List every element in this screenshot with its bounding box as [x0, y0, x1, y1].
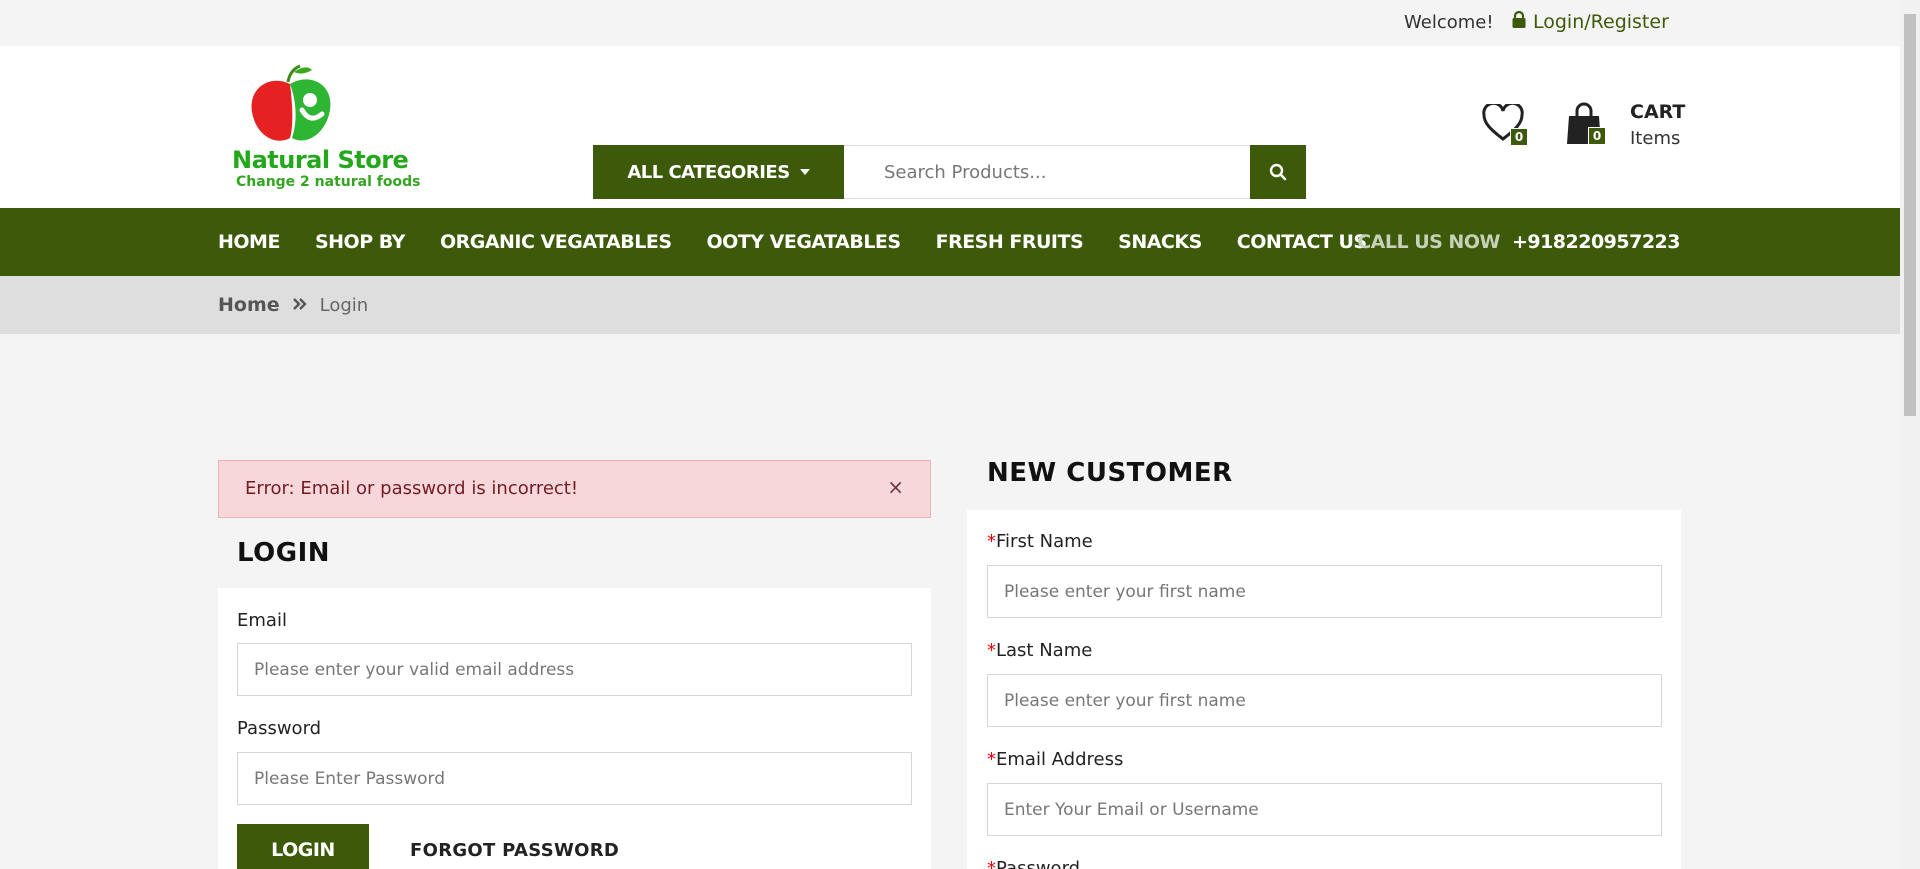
logo-tagline: Change 2 natural foods: [236, 174, 421, 190]
wishlist-button[interactable]: 0: [1482, 101, 1530, 152]
new-customer-heading: NEW CUSTOMER: [987, 458, 1233, 488]
top-bar: Welcome! Login/Register: [0, 0, 1900, 46]
apple-logo-icon: [251, 64, 331, 141]
page-scrollbar[interactable]: [1900, 0, 1920, 869]
natural-store-logo[interactable]: Natural Store Change 2 natural foods: [230, 64, 420, 192]
last-name-label-text: Last Name: [996, 640, 1093, 661]
error-alert: Error: Email or password is incorrect! ×: [218, 460, 931, 518]
required-mark: *: [987, 858, 996, 869]
call-us: CALL US NOW +918220957223: [1357, 208, 1680, 276]
search-bar: ALL CATEGORIES: [593, 145, 1306, 199]
login-button[interactable]: LOGIN: [237, 824, 369, 869]
cart-count-badge: 0: [1588, 127, 1606, 145]
nav-item-contact-us[interactable]: CONTACT US: [1237, 231, 1367, 253]
login-register-link[interactable]: Login/Register: [1512, 10, 1669, 33]
first-name-label: *First Name: [987, 531, 1093, 552]
nav-item-shop-by[interactable]: SHOP BY: [315, 231, 405, 253]
forgot-password-link[interactable]: FORGOT PASSWORD: [410, 840, 619, 861]
email-label: Email: [237, 610, 287, 631]
first-name-label-text: First Name: [996, 531, 1093, 552]
caret-down-icon: [799, 169, 810, 175]
login-heading: LOGIN: [237, 538, 331, 568]
breadcrumb-current: Login: [319, 294, 369, 316]
logo-brand-text: Natural Store: [232, 146, 409, 174]
register-password-label: *Password: [987, 858, 1080, 869]
error-message: Error: Email or password is incorrect!: [245, 478, 579, 499]
main-nav: HOME SHOP BY ORGANIC VEGATABLES OOTY VEG…: [0, 208, 1900, 276]
cart-items-label[interactable]: Items: [1630, 128, 1680, 149]
nav-item-organic-vegetables[interactable]: ORGANIC VEGATABLES: [440, 231, 672, 253]
required-mark: *: [987, 640, 996, 661]
nav-item-ooty-vegetables[interactable]: OOTY VEGATABLES: [707, 231, 902, 253]
search-icon: [1269, 163, 1287, 181]
wishlist-count-badge: 0: [1510, 128, 1528, 146]
breadcrumb-home[interactable]: Home: [218, 294, 280, 316]
scrollbar-thumb[interactable]: [1904, 14, 1916, 416]
search-input[interactable]: [844, 145, 1250, 199]
first-name-field[interactable]: [987, 565, 1662, 618]
search-button[interactable]: [1250, 145, 1306, 199]
breadcrumb-bar: Home Login: [0, 276, 1900, 334]
double-chevron-right-icon: [292, 296, 308, 315]
welcome-text: Welcome!: [1404, 12, 1494, 33]
call-us-label: CALL US NOW: [1357, 231, 1500, 253]
nav-menu: HOME SHOP BY ORGANIC VEGATABLES OOTY VEG…: [218, 208, 1367, 276]
call-us-number[interactable]: +918220957223: [1512, 231, 1681, 253]
register-password-label-text: Password: [996, 858, 1081, 869]
password-label: Password: [237, 718, 322, 739]
email-address-label-text: Email Address: [996, 749, 1124, 770]
all-categories-label: ALL CATEGORIES: [627, 161, 790, 183]
email-field[interactable]: [237, 643, 912, 696]
lock-icon: [1512, 10, 1526, 33]
last-name-field[interactable]: [987, 674, 1662, 727]
email-address-label: *Email Address: [987, 749, 1123, 770]
required-mark: *: [987, 531, 996, 552]
register-email-field[interactable]: [987, 783, 1662, 836]
all-categories-dropdown[interactable]: ALL CATEGORIES: [593, 145, 844, 199]
last-name-label: *Last Name: [987, 640, 1092, 661]
nav-item-fresh-fruits[interactable]: FRESH FRUITS: [936, 231, 1084, 253]
required-mark: *: [987, 749, 996, 770]
login-register-label: Login/Register: [1533, 11, 1669, 33]
cart-title[interactable]: CART: [1630, 101, 1685, 123]
nav-item-snacks[interactable]: SNACKS: [1118, 231, 1202, 253]
cart-button[interactable]: 0: [1566, 102, 1610, 152]
site-header: Natural Store Change 2 natural foods ALL…: [0, 46, 1900, 208]
nav-item-home[interactable]: HOME: [218, 231, 280, 253]
close-icon[interactable]: ×: [887, 475, 904, 499]
password-field[interactable]: [237, 752, 912, 805]
breadcrumb: Home Login: [218, 294, 368, 316]
